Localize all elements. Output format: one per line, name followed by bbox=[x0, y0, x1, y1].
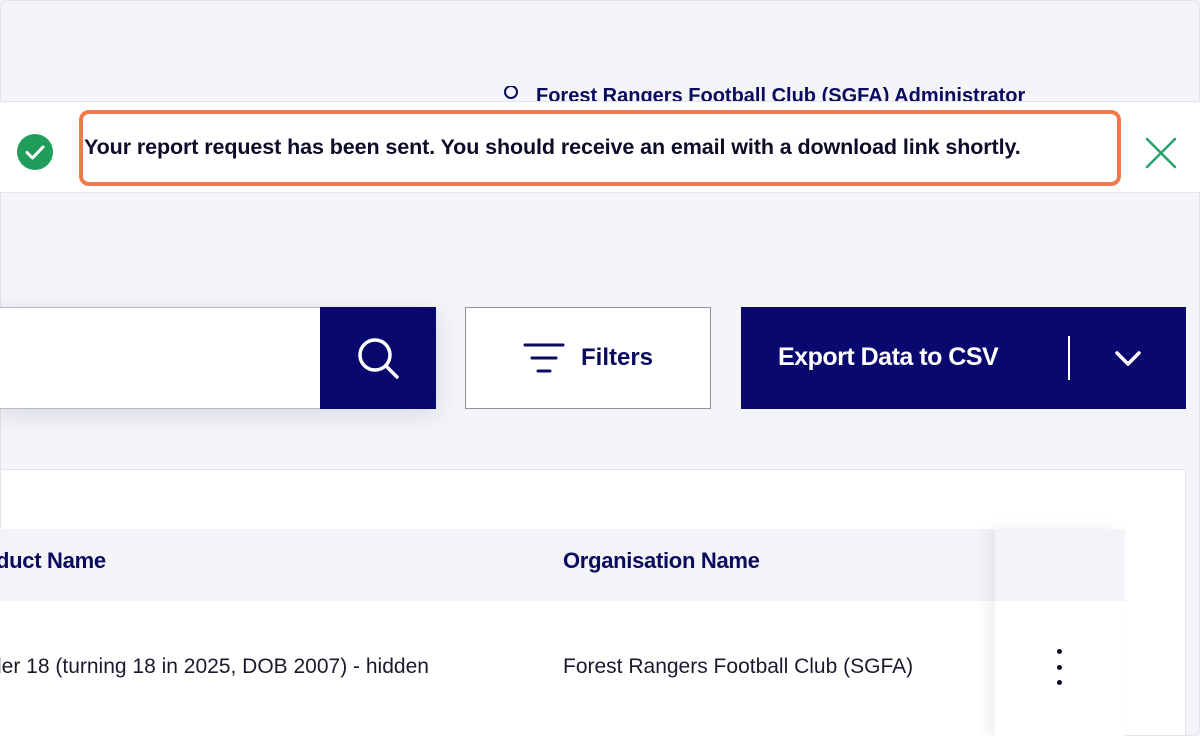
column-header-product-name[interactable]: duct Name bbox=[0, 548, 106, 574]
search-group bbox=[0, 307, 436, 409]
search-button[interactable] bbox=[320, 307, 436, 409]
cell-product-name: ler 18 (turning 18 in 2025, DOB 2007) - … bbox=[0, 655, 429, 678]
cell-organisation-name: Forest Rangers Football Club (SGFA) bbox=[563, 655, 914, 678]
search-icon bbox=[358, 338, 399, 379]
success-toast: Your report request has been sent. You s… bbox=[0, 101, 1200, 193]
filters-button[interactable]: Filters bbox=[465, 307, 711, 409]
check-circle-icon bbox=[17, 134, 53, 170]
export-label: Export Data to CSV bbox=[778, 343, 999, 371]
search-input[interactable] bbox=[0, 307, 320, 409]
column-header-organisation-name[interactable]: Organisation Name bbox=[563, 548, 760, 574]
chevron-down-icon[interactable] bbox=[1113, 343, 1143, 373]
actions-column-header bbox=[995, 529, 1125, 601]
export-csv-button[interactable]: Export Data to CSV bbox=[741, 307, 1186, 409]
filter-icon bbox=[523, 343, 565, 373]
actions-column bbox=[995, 529, 1125, 736]
export-divider bbox=[1068, 336, 1070, 380]
more-vertical-icon[interactable] bbox=[1047, 645, 1071, 689]
close-icon[interactable] bbox=[1143, 135, 1179, 171]
filters-label: Filters bbox=[580, 344, 654, 371]
toast-message: Your report request has been sent. You s… bbox=[84, 135, 1021, 159]
